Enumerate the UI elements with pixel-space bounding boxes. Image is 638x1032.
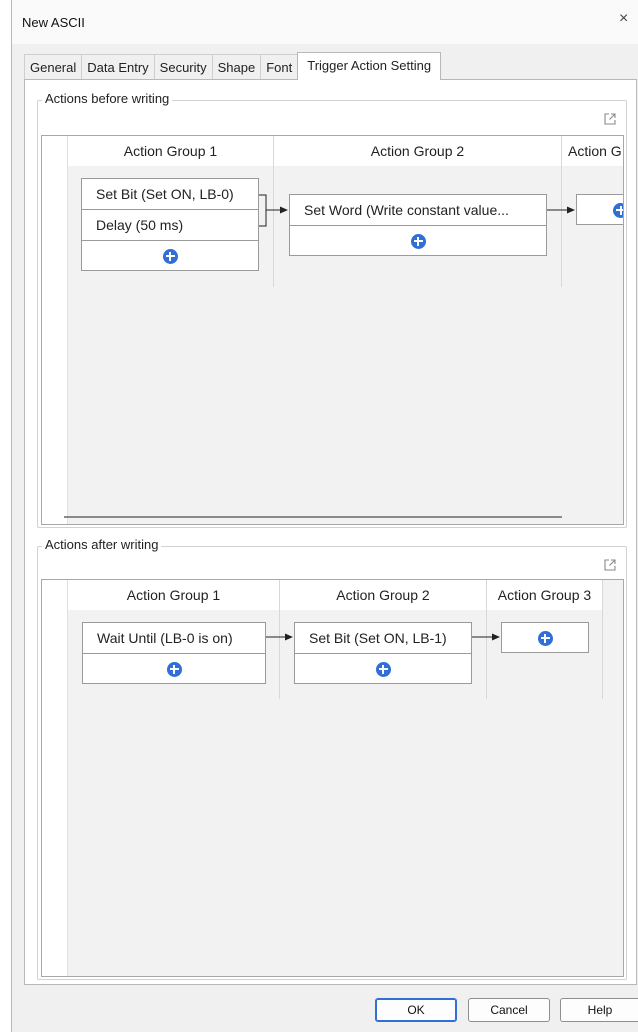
action-group-column: Action Group 1 Set Bit (Set ON, LB-0) De…: [68, 136, 274, 287]
ok-button[interactable]: OK: [375, 998, 457, 1022]
actions-before-writing-legend: Actions before writing: [42, 91, 173, 106]
tab-trigger-action-setting[interactable]: Trigger Action Setting: [297, 52, 442, 80]
action-list: [501, 622, 589, 653]
action-item[interactable]: Wait Until (LB-0 is on): [83, 623, 265, 654]
plus-circle-icon: [537, 630, 553, 646]
action-group-body: Set Bit (Set ON, LB-0) Delay (50 ms): [68, 166, 273, 287]
action-group-header: Action Group 2: [274, 136, 561, 166]
before-actions-panel: Action Group 1 Set Bit (Set ON, LB-0) De…: [41, 135, 624, 525]
help-button[interactable]: Help: [560, 998, 638, 1022]
action-group-header: Action Group 2: [280, 580, 486, 610]
tab-page-trigger-action-setting: Actions before writing Action Group 1 Se…: [24, 79, 637, 985]
add-action-button[interactable]: [290, 226, 546, 256]
tab-shape[interactable]: Shape: [211, 54, 262, 80]
action-group-column: Action Group 3: [487, 580, 603, 699]
plus-circle-icon: [375, 661, 391, 677]
plus-circle-icon: [162, 248, 178, 264]
add-action-button[interactable]: [82, 241, 258, 271]
window-title: New ASCII: [22, 15, 85, 30]
action-group-header: Action G: [562, 136, 623, 166]
action-item[interactable]: Set Word (Write constant value...: [290, 195, 546, 226]
tab-font[interactable]: Font: [260, 54, 299, 80]
tab-data-entry[interactable]: Data Entry: [81, 54, 155, 80]
action-group-body: Set Bit (Set ON, LB-1): [280, 610, 486, 699]
add-action-button[interactable]: [295, 654, 471, 684]
action-item[interactable]: Set Bit (Set ON, LB-1): [295, 623, 471, 654]
action-item[interactable]: Set Bit (Set ON, LB-0): [82, 179, 258, 210]
row-gutter: [42, 136, 68, 524]
plus-circle-icon: [166, 661, 182, 677]
add-action-button[interactable]: [502, 623, 588, 653]
add-action-button[interactable]: [83, 654, 265, 684]
add-action-button[interactable]: [577, 195, 623, 225]
dialog-window: New ASCII × General Data Entry Security …: [11, 0, 638, 1032]
action-group-body: [562, 166, 623, 287]
expand-window-icon[interactable]: [603, 558, 617, 572]
action-group-body: Set Word (Write constant value...: [274, 166, 561, 287]
after-actions-panel: Action Group 1 Wait Until (LB-0 is on) A…: [41, 579, 624, 977]
tab-general[interactable]: General: [24, 54, 83, 80]
action-list: Set Bit (Set ON, LB-1): [294, 622, 472, 684]
tab-bar: General Data Entry Security Shape Font T…: [24, 52, 442, 80]
row-gutter: [42, 580, 68, 976]
actions-after-writing-group: Actions after writing Action Group 1 Wai…: [37, 537, 627, 980]
action-list: Set Bit (Set ON, LB-0) Delay (50 ms): [81, 178, 259, 271]
cancel-button[interactable]: Cancel: [468, 998, 550, 1022]
action-group-column: Action Group 2 Set Bit (Set ON, LB-1): [280, 580, 487, 699]
action-group-body: Wait Until (LB-0 is on): [68, 610, 279, 699]
close-icon[interactable]: ×: [619, 10, 638, 36]
action-group-header: Action Group 1: [68, 580, 279, 610]
action-group-column: Action Group 2 Set Word (Write constant …: [274, 136, 562, 287]
action-group-header: Action Group 3: [487, 580, 602, 610]
action-list: Set Word (Write constant value...: [289, 194, 547, 256]
tab-security[interactable]: Security: [153, 54, 213, 80]
action-group-body: [487, 610, 602, 699]
action-item[interactable]: Delay (50 ms): [82, 210, 258, 241]
title-bar: New ASCII ×: [12, 0, 638, 44]
action-list: [576, 194, 623, 225]
action-group-column: Action Group 1 Wait Until (LB-0 is on): [68, 580, 280, 699]
plus-circle-icon: [410, 233, 426, 249]
action-list: Wait Until (LB-0 is on): [82, 622, 266, 684]
action-group-column: Action G: [562, 136, 623, 287]
horizontal-scrollbar[interactable]: [64, 516, 562, 518]
actions-before-writing-group: Actions before writing Action Group 1 Se…: [37, 91, 627, 528]
expand-window-icon[interactable]: [603, 112, 617, 126]
actions-after-writing-legend: Actions after writing: [42, 537, 162, 552]
plus-circle-icon: [613, 202, 623, 218]
action-group-header: Action Group 1: [68, 136, 273, 166]
